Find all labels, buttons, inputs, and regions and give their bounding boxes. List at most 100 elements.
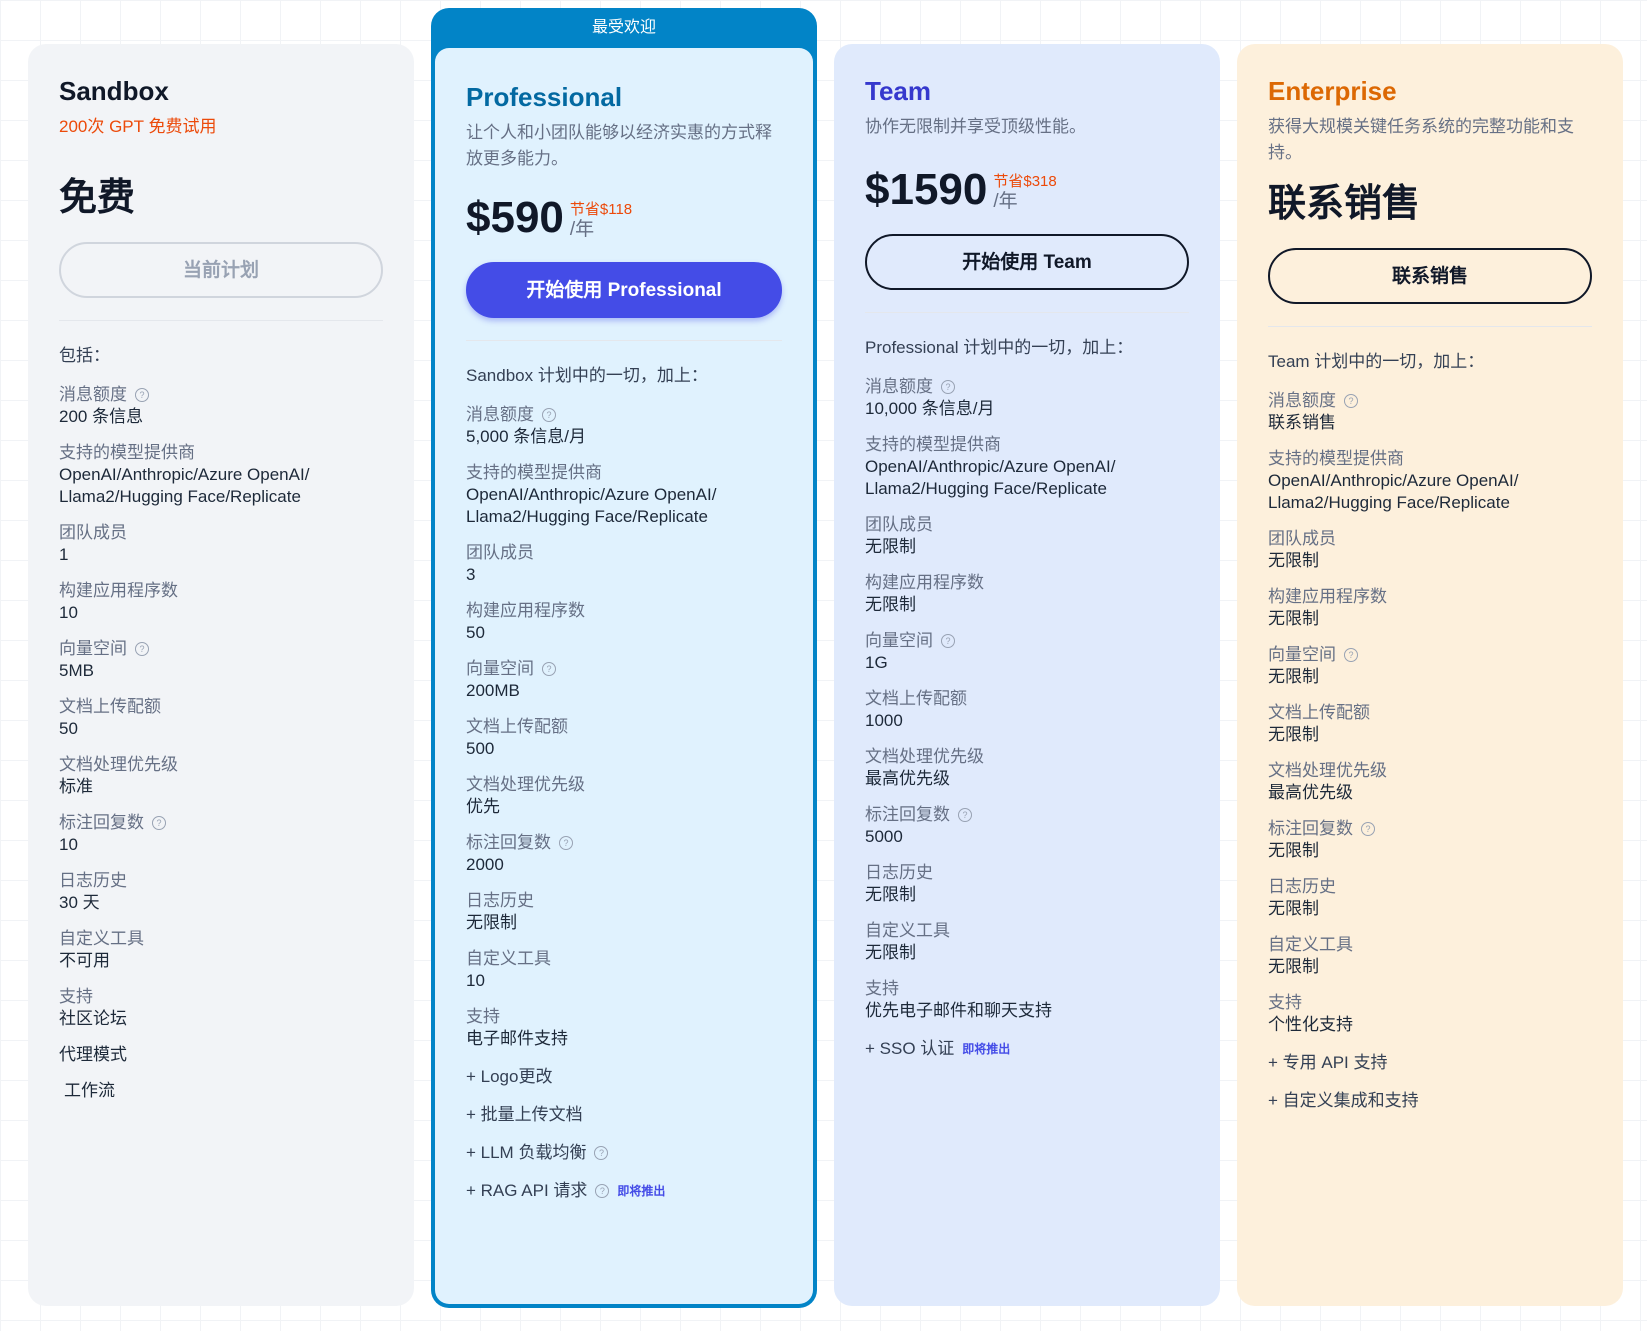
feature-label-text: 文档上传配额 <box>865 689 967 708</box>
feature-item: 日志历史 无限制 <box>865 862 1189 906</box>
feature-label-text: 标注回复数 <box>59 813 144 832</box>
feature-label-text: 文档处理优先级 <box>865 747 984 766</box>
feature-item: 文档处理优先级 最高优先级 <box>865 746 1189 790</box>
feature-label-text: 自定义工具 <box>59 929 144 948</box>
feature-label: 向量空间? <box>1268 644 1592 666</box>
feature-item: 自定义工具 无限制 <box>1268 934 1592 978</box>
feature-item: 文档上传配额 无限制 <box>1268 702 1592 746</box>
feature-list: 消息额度? 10,000 条信息/月 支持的模型提供商 OpenAI/Anthropi… <box>865 376 1189 1022</box>
help-circle-icon[interactable]: ? <box>559 836 573 850</box>
extra-feature-text: + RAG API 请求 <box>466 1181 588 1200</box>
help-circle-icon[interactable]: ? <box>135 642 149 656</box>
feature-label-text: 构建应用程序数 <box>865 573 984 592</box>
feature-value: 200 条信息 <box>59 407 144 426</box>
feature-label-text: 构建应用程序数 <box>466 601 585 620</box>
feature-value: 联系销售 <box>1268 413 1336 432</box>
feature-label: 构建应用程序数 <box>865 572 1189 594</box>
feature-value: 10,000 条信息/月 <box>865 399 995 418</box>
feature-item: 文档处理优先级 最高优先级 <box>1268 760 1592 804</box>
extra-list: + Logo更改 + 批量上传文档 + LLM 负载均衡? + RAG API 请求?… <box>466 1066 782 1202</box>
help-circle-icon[interactable]: ? <box>152 816 166 830</box>
help-circle-icon[interactable]: ? <box>594 1146 609 1160</box>
start-professional-button[interactable]: 开始使用 Professional <box>466 262 782 318</box>
plan-price: $1590 <box>865 165 988 214</box>
feature-item: 向量空间? 无限制 <box>1268 644 1592 688</box>
feature-label-text: 向量空间 <box>865 631 933 650</box>
help-circle-icon[interactable]: ? <box>1361 822 1375 836</box>
help-circle-icon[interactable]: ? <box>135 388 149 402</box>
feature-label-text: 文档上传配额 <box>1268 703 1370 722</box>
feature-label: 日志历史 <box>1268 876 1592 898</box>
feature-label: 支持 <box>1268 992 1592 1014</box>
plan-name: Sandbox <box>59 76 169 106</box>
feature-label: 向量空间? <box>865 630 1189 652</box>
feature-label-text: 团队成员 <box>1268 529 1336 548</box>
extra-feature-text: + SSO 认证 <box>865 1039 955 1058</box>
feature-label-text: 团队成员 <box>466 543 534 562</box>
feature-label: 标注回复数? <box>59 812 383 834</box>
feature-label: 日志历史 <box>466 890 782 912</box>
includes-heading: Team 计划中的一切，加上： <box>1268 352 1485 371</box>
contact-sales-button[interactable]: 联系销售 <box>1268 248 1592 304</box>
coming-soon-badge: 即将推出 <box>962 1042 1011 1056</box>
plan-description: 200次 GPT 免费试用 <box>59 117 217 136</box>
feature-label-text: 消息额度 <box>865 377 933 396</box>
feature-value: 10 <box>59 603 78 622</box>
current-plan-button[interactable]: 当前计划 <box>59 242 383 298</box>
feature-label-text: 文档上传配额 <box>466 717 568 736</box>
feature-value: 无限制 <box>1268 957 1319 976</box>
feature-item: 文档上传配额 500 <box>466 716 782 760</box>
feature-item: 消息额度? 200 条信息 <box>59 384 383 428</box>
feature-label-text: 日志历史 <box>466 891 534 910</box>
help-circle-icon[interactable]: ? <box>1344 394 1358 408</box>
help-circle-icon[interactable]: ? <box>941 380 955 394</box>
price-row: 联系销售 <box>1268 176 1592 228</box>
feature-item: 日志历史 无限制 <box>466 890 782 934</box>
help-circle-icon[interactable]: ? <box>1344 648 1358 662</box>
help-circle-icon[interactable]: ? <box>542 662 556 676</box>
feature-item: 构建应用程序数 50 <box>466 600 782 644</box>
feature-label: 支持的模型提供商 <box>59 442 383 464</box>
most-popular-badge: 最受欢迎 <box>591 19 656 36</box>
feature-item: 文档上传配额 1000 <box>865 688 1189 732</box>
feature-label: 团队成员 <box>1268 528 1592 550</box>
feature-label: 自定义工具 <box>466 948 782 970</box>
feature-value: 5000 <box>865 827 903 846</box>
feature-value: OpenAI/Anthropic/Azure OpenAI/ Llama2/Hu… <box>466 485 717 526</box>
feature-label-text: 支持 <box>59 987 93 1006</box>
feature-value: 无限制 <box>865 943 916 962</box>
feature-label-text: 向量空间 <box>1268 645 1336 664</box>
feature-label: 文档上传配额 <box>466 716 782 738</box>
plan-description: 协作无限制并享受顶级性能。 <box>865 117 1086 136</box>
help-circle-icon[interactable]: ? <box>595 1184 610 1198</box>
feature-item: 自定义工具 无限制 <box>865 920 1189 964</box>
feature-label-text: 向量空间 <box>466 659 534 678</box>
includes-heading: 包括： <box>59 346 110 365</box>
feature-label: 支持的模型提供商 <box>466 462 782 484</box>
help-circle-icon[interactable]: ? <box>941 634 955 648</box>
feature-item: 标注回复数? 10 <box>59 812 383 856</box>
feature-label: 团队成员 <box>865 514 1189 536</box>
feature-item: 支持 社区论坛 <box>59 986 383 1030</box>
plan-card-professional: 最受欢迎 Professional 让个人和小团队能够以经济实惠的方式释放更多能… <box>431 8 817 1308</box>
help-circle-icon[interactable]: ? <box>958 808 972 822</box>
feature-label: 消息额度? <box>59 384 383 406</box>
per-year-label: /年 <box>569 219 595 240</box>
feature-value: 50 <box>59 719 78 738</box>
price-row: 免费 <box>59 170 383 222</box>
feature-label-text: 标注回复数 <box>865 805 950 824</box>
feature-label-text: 文档处理优先级 <box>59 755 178 774</box>
feature-label: 消息额度? <box>865 376 1189 398</box>
feature-item: 支持 优先电子邮件和聊天支持 <box>865 978 1189 1022</box>
feature-label-text: 消息额度 <box>59 385 127 404</box>
feature-label-text: 团队成员 <box>59 523 127 542</box>
feature-item: 支持 电子邮件支持 <box>466 1006 782 1050</box>
feature-list: 消息额度? 联系销售 支持的模型提供商 OpenAI/Anthropic/Azure … <box>1268 390 1592 1036</box>
feature-value: 无限制 <box>865 537 916 556</box>
price-row: $1590 节省$318 /年 <box>865 162 1189 214</box>
plan-card-sandbox: Sandbox 200次 GPT 免费试用 免费 当前计划 包括： 消息额度? 2… <box>28 44 414 1306</box>
start-team-button[interactable]: 开始使用 Team <box>865 234 1189 290</box>
help-circle-icon[interactable]: ? <box>542 408 556 422</box>
feature-item: 文档上传配额 50 <box>59 696 383 740</box>
feature-value: 500 <box>466 739 495 758</box>
